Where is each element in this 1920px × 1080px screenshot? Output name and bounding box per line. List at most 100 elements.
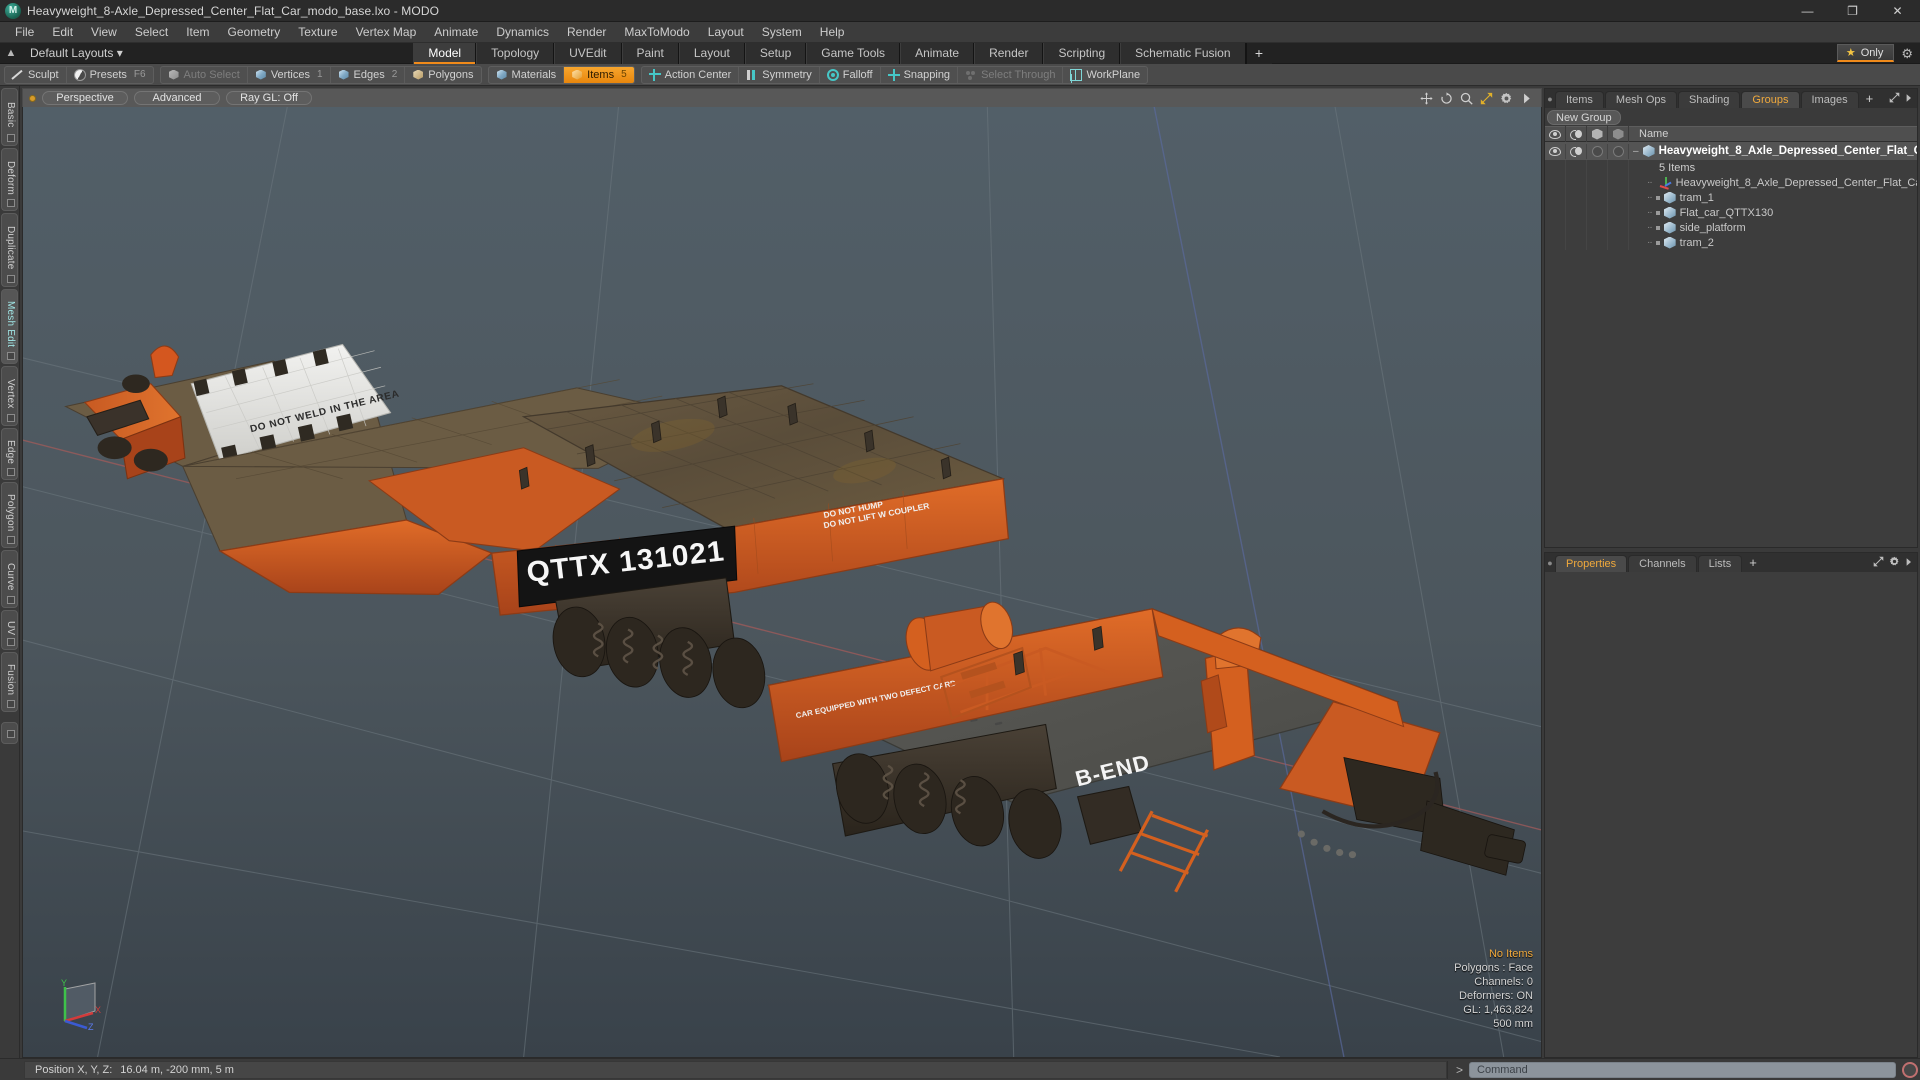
menu-help[interactable]: Help [811, 22, 854, 43]
tab-properties[interactable]: Properties [1555, 555, 1628, 572]
groups-tree[interactable]: – Heavyweight_8_Axle_Depressed_Center_Fl… [1545, 142, 1917, 547]
tool-workplane[interactable]: WorkPlane [1063, 67, 1147, 83]
tab-images[interactable]: Images [1800, 91, 1859, 108]
tool-polygons[interactable]: Polygons [405, 67, 480, 83]
new-group-button[interactable]: New Group [1547, 109, 1621, 125]
tab-groups[interactable]: Groups [1741, 91, 1800, 108]
add-layout-tab-button[interactable]: + [1245, 42, 1272, 64]
layout-tab-render[interactable]: Render [974, 42, 1044, 64]
viewport-menu-dot[interactable] [29, 94, 36, 102]
menu-animate[interactable]: Animate [425, 22, 487, 43]
layout-tab-paint[interactable]: Paint [621, 42, 679, 64]
menu-edit[interactable]: Edit [43, 22, 82, 43]
tree-row-child-locator[interactable]: ·· Heavyweight_8_Axle_Depressed_Center_F… [1545, 175, 1917, 190]
checkbox-render[interactable] [1591, 145, 1603, 157]
tab-lists[interactable]: Lists [1697, 555, 1743, 572]
row-lock-toggle[interactable] [1608, 143, 1629, 159]
menu-view[interactable]: View [82, 22, 126, 43]
layout-tab-layout[interactable]: Layout [678, 42, 745, 64]
sidebar-tab-edge[interactable]: Edge [1, 428, 18, 480]
viewport-shading-mode[interactable]: Advanced [134, 91, 220, 105]
tool-vertices[interactable]: Vertices 1 [248, 66, 331, 83]
tab-shading[interactable]: Shading [1678, 91, 1741, 108]
tree-row-child-tram-1[interactable]: ·· tram_1 [1545, 190, 1917, 205]
menu-geometry[interactable]: Geometry [219, 22, 290, 43]
record-icon[interactable] [1902, 1061, 1918, 1078]
tool-action-center[interactable]: Action Center [642, 66, 740, 83]
tree-row-child-side-platform[interactable]: ·· side_platform [1545, 220, 1917, 235]
tree-row-child-flat-car[interactable]: ·· Flat_car_QTTX130 [1545, 205, 1917, 220]
panel-gear-icon[interactable] [1889, 556, 1900, 570]
sidebar-tab-fusion[interactable]: Fusion [1, 652, 18, 712]
row-render-toggle[interactable] [1587, 143, 1608, 159]
tool-snapping[interactable]: Snapping [881, 66, 959, 83]
add-panel-tab-button[interactable]: + [1860, 91, 1880, 108]
sidebar-tab-vertex[interactable]: Vertex [1, 366, 18, 426]
sidebar-tab-polygon[interactable]: Polygon [1, 482, 18, 548]
tab-mesh-ops[interactable]: Mesh Ops [1604, 91, 1678, 108]
tool-presets[interactable]: Presets F6 [67, 67, 153, 83]
menu-maxtomodo[interactable]: MaxToModo [615, 22, 698, 43]
tab-items[interactable]: Items [1555, 91, 1604, 108]
chevron-right-icon[interactable] [1520, 92, 1533, 105]
menu-render[interactable]: Render [558, 22, 615, 43]
tool-sculpt[interactable]: Sculpt [5, 66, 67, 83]
sidebar-tab-curve[interactable]: Curve [1, 550, 18, 608]
gear-icon[interactable]: ⚙ [1898, 47, 1916, 60]
gear-icon[interactable] [1500, 92, 1513, 105]
viewport-raygl-toggle[interactable]: Ray GL: Off [226, 91, 312, 105]
viewport-view-mode[interactable]: Perspective [42, 91, 128, 105]
sidebar-tab-basic[interactable]: Basic [1, 88, 18, 146]
tree-row-child-tram-2[interactable]: ·· tram_2 [1545, 235, 1917, 250]
menu-texture[interactable]: Texture [289, 22, 346, 43]
tool-auto-select[interactable]: Auto Select [161, 66, 248, 83]
checkbox-lock[interactable] [1612, 145, 1624, 157]
panel-chevron-right-icon[interactable] [1905, 556, 1912, 570]
default-layouts-dropdown[interactable]: Default Layouts ▾ [22, 43, 131, 64]
panel-maximize-icon[interactable] [1873, 556, 1884, 570]
command-input[interactable]: Command [1469, 1061, 1896, 1078]
sidebar-tab-uv[interactable]: UV [1, 610, 18, 650]
add-properties-tab-button[interactable]: + [1743, 555, 1763, 572]
sidebar-tab-deform[interactable]: Deform [1, 148, 18, 211]
rotate-icon[interactable] [1440, 91, 1453, 105]
tool-symmetry[interactable]: Symmetry [739, 66, 820, 83]
tool-falloff[interactable]: Falloff [820, 66, 881, 83]
pan-icon[interactable] [1420, 91, 1433, 105]
panel-maximize-icon[interactable] [1889, 92, 1900, 106]
tool-edges[interactable]: Edges 2 [331, 66, 406, 83]
layout-tab-scripting[interactable]: Scripting [1043, 42, 1121, 64]
layout-tab-schematic-fusion[interactable]: Schematic Fusion [1120, 42, 1246, 64]
menu-file[interactable]: File [6, 22, 43, 43]
tool-select-through[interactable]: Select Through [958, 66, 1064, 83]
sidebar-tab-extra[interactable] [1, 722, 18, 744]
panel-menu-dot[interactable]: ● [1545, 89, 1555, 108]
3d-viewport[interactable]: DO NOT WELD IN THE AREA QTTX 131021 DO N… [22, 107, 1542, 1058]
layout-tab-topology[interactable]: Topology [476, 42, 555, 64]
menu-dynamics[interactable]: Dynamics [487, 22, 558, 43]
menu-item[interactable]: Item [177, 22, 218, 43]
menu-layout[interactable]: Layout [699, 22, 753, 43]
row-visibility-toggle[interactable] [1545, 143, 1566, 159]
col-shading-header[interactable] [1566, 126, 1587, 142]
maximize-button[interactable]: ❐ [1830, 0, 1875, 22]
sidebar-tab-mesh-edit[interactable]: Mesh Edit [1, 289, 18, 364]
layout-tab-animate[interactable]: Animate [900, 42, 975, 64]
layout-tab-uvedit[interactable]: UVEdit [554, 42, 622, 64]
menu-system[interactable]: System [753, 22, 811, 43]
row-shading-toggle[interactable] [1566, 143, 1587, 159]
zoom-icon[interactable] [1460, 92, 1473, 105]
tab-channels[interactable]: Channels [1628, 555, 1697, 572]
panel-menu-dot[interactable]: ● [1545, 553, 1555, 572]
home-icon[interactable]: ▲ [0, 43, 22, 64]
maximize-icon[interactable] [1480, 92, 1493, 105]
sidebar-tab-duplicate[interactable]: Duplicate [1, 213, 18, 287]
col-lock-header[interactable] [1608, 126, 1629, 142]
menu-select[interactable]: Select [126, 22, 177, 43]
col-render-header[interactable] [1587, 126, 1608, 142]
expander-icon[interactable]: – [1633, 146, 1639, 157]
tree-row-group-root[interactable]: – Heavyweight_8_Axle_Depressed_Center_Fl… [1545, 142, 1917, 160]
close-button[interactable]: ✕ [1875, 0, 1920, 22]
tool-materials[interactable]: Materials [489, 66, 565, 83]
only-toggle-button[interactable]: ★ Only [1836, 44, 1895, 62]
